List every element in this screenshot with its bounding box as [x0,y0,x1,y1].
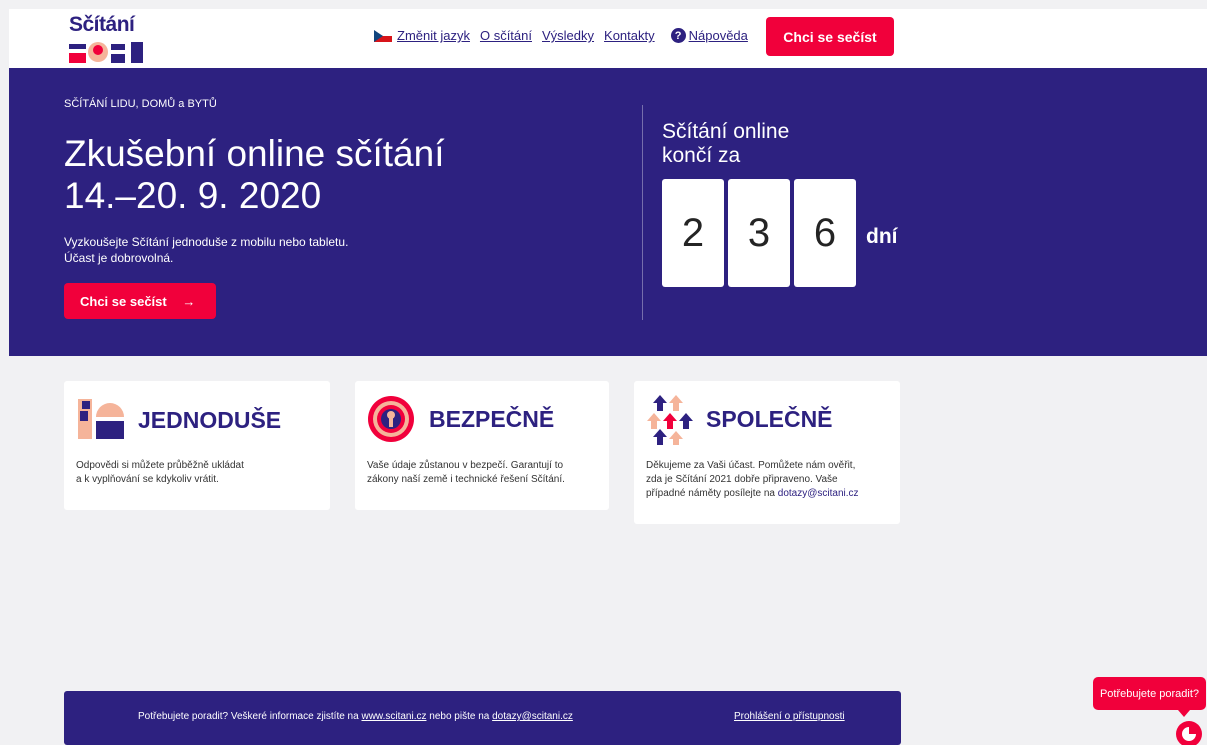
main-nav: Změnit jazyk O sčítání Výsledky Kontakty… [374,28,758,43]
card-email-link[interactable]: dotazy@scitani.cz [778,488,859,499]
footer-text-before: Potřebujete poradit? Veškeré informace z… [138,711,359,722]
card-text: Děkujeme za Vaši účast. Pomůžete nám ově… [646,459,859,501]
card-title: SPOLEČNĚ [706,405,833,432]
accessibility-statement-link[interactable]: Prohlášení o přístupnosti [734,711,845,722]
help-chat-bubble[interactable]: Potřebujete poradit? [1093,677,1206,717]
hero-divider [642,105,643,320]
card-header: BEZPEČNĚ [367,395,554,443]
card-text-line: a k vyplňování se kdykoliv vrátit. [76,474,219,485]
lock-keyhole-icon [368,396,414,442]
hero-cta-label: Chci se sečíst [80,293,167,309]
footer: Potřebujete poradit? Veškeré informace z… [64,691,901,745]
card-header: SPOLEČNĚ [646,393,833,445]
simple-icon [78,399,124,439]
footer-text-middle: nebo pište na [429,711,490,722]
hero-description: Vyzkoušejte Sčítání jednoduše z mobilu n… [64,234,348,266]
card-text-line: Děkujeme za Vaši účast. Pomůžete nám ově… [646,460,856,471]
hero-title-line1: Zkušební online sčítání [64,133,445,174]
card-text: Odpovědi si můžete průběžně ukládat a k … [76,459,244,487]
card-text-line: zákony naší země i technické řešení Sčít… [367,474,565,485]
hero-desc-line1: Vyzkoušejte Sčítání jednoduše z mobilu n… [64,235,349,249]
help-chat-button[interactable] [1176,721,1202,745]
hero-eyebrow: SČÍTÁNÍ LIDU, DOMŮ a BYTŮ [64,98,217,110]
chat-icon [1182,727,1196,741]
help-link[interactable]: Nápověda [689,28,748,43]
card-text-line: zda je Sčítání 2021 dobře připraveno. Va… [646,474,838,485]
logo-text: Sčítání [69,13,135,36]
help-nav-item[interactable]: ? Nápověda [670,28,748,43]
countdown-digit: 6 [794,179,856,287]
footer-email-link[interactable]: dotazy@scitani.cz [492,711,573,722]
footer-help-text: Potřebujete poradit? Veškeré informace z… [138,711,573,722]
countdown-title-line1: Sčítání online [662,120,790,143]
card-header: JEDNODUŠE [76,397,281,443]
question-icon: ? [670,28,686,43]
about-link[interactable]: O sčítání [480,28,532,43]
card-text-line: případné náměty posílejte na [646,488,775,499]
feature-card-together: SPOLEČNĚ Děkujeme za Vaši účast. Pomůžet… [634,381,900,524]
card-text-line: Vaše údaje zůstanou v bezpečí. Garantují… [367,460,564,471]
feature-card-simple: JEDNODUŠE Odpovědi si můžete průběžně uk… [64,381,330,510]
card-title: BEZPEČNĚ [429,405,555,432]
contacts-link[interactable]: Kontakty [604,28,655,43]
scitani-logo[interactable]: Sčítání [69,13,149,65]
card-text-line: Odpovědi si můžete průběžně ukládat [76,460,244,471]
countdown-digit: 2 [662,179,724,287]
header: Sčítání Změnit jazyk O sčítání Výsledky … [9,9,1207,68]
arrows-up-icon [647,395,693,445]
hero-cta-button[interactable]: Chci se sečíst → [64,283,216,319]
arrow-right-icon: → [182,293,196,309]
hero-section: SČÍTÁNÍ LIDU, DOMŮ a BYTŮ Zkušební onlin… [9,68,1207,356]
countdown-digits: 2 3 6 [662,179,860,287]
card-title: JEDNODUŠE [138,406,282,433]
logo-year-graphic [69,42,143,63]
feature-card-secure: BEZPEČNĚ Vaše údaje zůstanou v bezpečí. … [355,381,609,510]
countdown-unit: dní [866,225,898,248]
hero-title: Zkušební online sčítání 14.–20. 9. 2020 [64,133,445,217]
countdown-digit: 3 [728,179,790,287]
results-link[interactable]: Výsledky [542,28,594,43]
czech-flag-icon [374,29,392,42]
countdown-title: Sčítání online končí za [662,120,789,168]
footer-site-link[interactable]: www.scitani.cz [361,711,426,722]
change-language-link[interactable]: Změnit jazyk [397,28,470,43]
header-cta-button[interactable]: Chci se sečíst [766,17,894,56]
countdown-title-line2: končí za [662,144,741,167]
language-switch[interactable]: Změnit jazyk [374,28,470,43]
hero-title-dates: 14.–20. 9. 2020 [64,175,322,216]
hero-desc-line2: Účast je dobrovolná. [64,251,174,265]
card-text: Vaše údaje zůstanou v bezpečí. Garantují… [367,459,565,487]
